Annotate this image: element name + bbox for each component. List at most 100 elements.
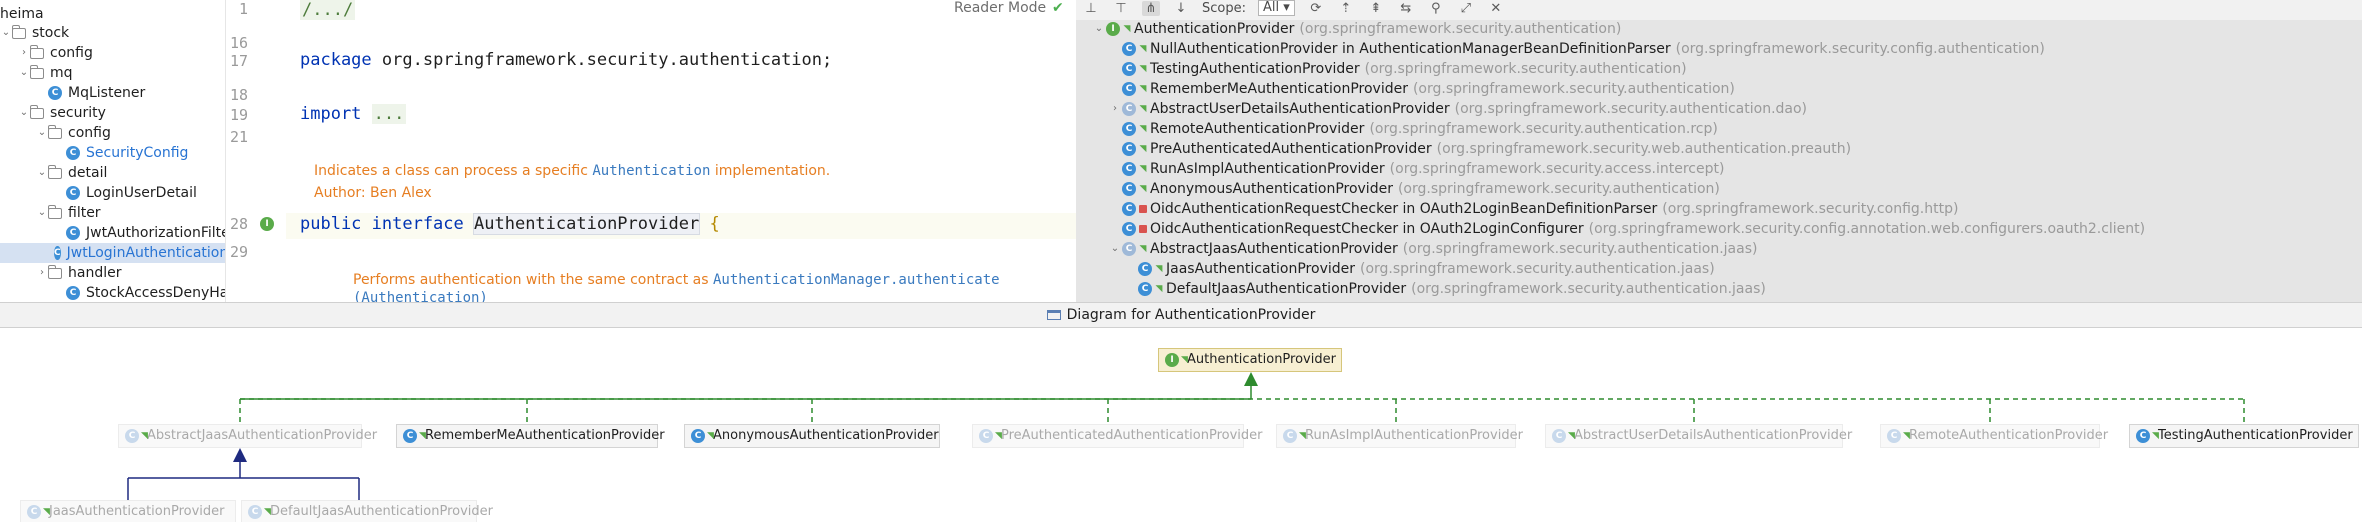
- hierarchy-class-name: OidcAuthenticationRequestChecker in OAut…: [1150, 201, 1658, 217]
- diagram-root-node[interactable]: I ◥ AuthenticationProvider: [1158, 348, 1342, 372]
- tree-item[interactable]: ⌄ detail: [0, 163, 107, 183]
- javadoc-link[interactable]: (Authentication): [353, 290, 488, 302]
- class-icon: C: [1887, 429, 1901, 443]
- chevron-down-icon[interactable]: ⌄: [1092, 19, 1106, 39]
- hierarchy-package: (org.springframework.security.authentica…: [1402, 241, 1758, 257]
- tree-item[interactable]: heima: [0, 4, 44, 24]
- project-tree[interactable]: heima ⌄ stock › config ⌄ mq C MqListener ⌄ securit…: [0, 0, 226, 302]
- chevron-down-icon[interactable]: ⌄: [18, 63, 30, 83]
- tree-item-label: SecurityConfig: [86, 145, 189, 161]
- folded-header[interactable]: /.../: [300, 0, 356, 20]
- diagram-node[interactable]: C ◥ AbstractJaasAuthenticationProvider: [118, 424, 377, 448]
- line-number: 16: [229, 34, 248, 52]
- hierarchy-row[interactable]: C ◥ RememberMeAuthenticationProvider (org.s…: [1108, 79, 1735, 99]
- javadoc-text: implementation.: [714, 163, 831, 179]
- supertypes-icon[interactable]: ⊤: [1112, 1, 1130, 16]
- tree-item[interactable]: ⌄ stock: [0, 23, 69, 43]
- diagram-node[interactable]: C ◥ RemoteAuthenticationProvider: [1880, 424, 2108, 448]
- scope-select[interactable]: All ▾: [1257, 0, 1295, 16]
- tree-item[interactable]: C LoginUserDetail: [0, 183, 197, 203]
- class-icon: C: [1122, 62, 1136, 76]
- hierarchy-row[interactable]: C ◥ DefaultJaasAuthenticationProvider (org.…: [1124, 279, 1766, 299]
- code-line-17[interactable]: package org.springframework.security.aut…: [300, 50, 832, 70]
- diagram-node[interactable]: C ◥ TestingAuthenticationProvider: [2129, 424, 2359, 448]
- hierarchy-class-name: JaasAuthenticationProvider: [1166, 261, 1355, 277]
- line-number: 1: [238, 0, 248, 18]
- type-hierarchy-icon[interactable]: ⋔: [1142, 0, 1160, 16]
- tree-item[interactable]: C MqListener: [0, 83, 145, 103]
- class-icon: C: [403, 429, 417, 443]
- hierarchy-row[interactable]: › C ◥ AbstractUserDetailsAuthenticationProv…: [1108, 99, 1807, 119]
- diagram-node[interactable]: C ◥ DefaultJaasAuthenticationProvider: [241, 500, 493, 522]
- code-line-19[interactable]: import ...: [300, 104, 407, 124]
- public-visibility-icon: ◥: [1139, 84, 1147, 94]
- implemented-gutter-icon[interactable]: I: [260, 217, 274, 231]
- hierarchy-tree[interactable]: ⌄ I ◥ AuthenticationProvider (org.springfram…: [1076, 20, 2362, 302]
- chevron-down-icon[interactable]: ⌄: [36, 163, 48, 183]
- hierarchy-row[interactable]: C OidcAuthenticationRequestChecker in OAu…: [1108, 199, 1958, 219]
- sort-alpha-icon[interactable]: ↓: [1172, 1, 1190, 16]
- public-visibility-icon: ◥: [1155, 284, 1163, 294]
- collapse-all-icon[interactable]: ⇞: [1367, 1, 1385, 16]
- diagram-node[interactable]: C ◥ JaasAuthenticationProvider: [20, 500, 236, 522]
- code-editor[interactable]: 1 16 17 18 19 21 28 29 I Reader Mode ✔ /.../ pac…: [226, 0, 1076, 302]
- diagram-canvas[interactable]: I ◥ AuthenticationProvider C ◥ AbstractJaasAu…: [0, 328, 2362, 522]
- abstract-class-icon: C: [1122, 102, 1136, 116]
- scroll-from-source-icon[interactable]: ⇆: [1397, 1, 1415, 16]
- line-number: 29: [229, 243, 248, 261]
- tree-item[interactable]: › handler: [0, 263, 121, 283]
- hierarchy-row[interactable]: ⌄ C ◥ AbstractJaasAuthenticationProvider (or…: [1108, 239, 1758, 259]
- tree-item[interactable]: C JwtLoginAuthenticationFilt: [0, 243, 225, 263]
- refresh-icon[interactable]: ⟳: [1307, 1, 1325, 16]
- hierarchy-row[interactable]: C ◥ RunAsImplAuthenticationProvider (org.sp…: [1108, 159, 1724, 179]
- hierarchy-row[interactable]: ⌄ I ◥ AuthenticationProvider (org.springfram…: [1092, 19, 1622, 39]
- hierarchy-row[interactable]: C OidcAuthenticationRequestChecker in OAu…: [1108, 219, 2145, 239]
- hierarchy-class-name: AbstractUserDetailsAuthenticationProvide…: [1150, 101, 1450, 117]
- hierarchy-row[interactable]: C ◥ JaasAuthenticationProvider (org.springf…: [1124, 259, 1715, 279]
- tree-item[interactable]: C SecurityConfig: [0, 143, 188, 163]
- tree-item[interactable]: ⌄ config: [0, 123, 111, 143]
- hierarchy-row[interactable]: C ◥ TestingAuthenticationProvider (org.spri…: [1108, 59, 1687, 79]
- hierarchy-row[interactable]: C ◥ PreAuthenticatedAuthenticationProvider…: [1108, 139, 1851, 159]
- chevron-down-icon[interactable]: ⌄: [1108, 239, 1122, 259]
- interface-name[interactable]: AuthenticationProvider: [473, 213, 701, 235]
- code-line-28[interactable]: public interface AuthenticationProvider …: [300, 213, 720, 235]
- open-in-editor-icon[interactable]: ⤢: [1457, 1, 1475, 16]
- tree-item[interactable]: ⌄ filter: [0, 203, 101, 223]
- chevron-down-icon[interactable]: ⌄: [0, 23, 12, 43]
- hierarchy-row[interactable]: C ◥ NullAuthenticationProvider in Authenti…: [1108, 39, 2045, 59]
- tree-item[interactable]: › config: [0, 43, 93, 63]
- hierarchy-row[interactable]: C ◥ RemoteAuthenticationProvider (org.sprin…: [1108, 119, 1718, 139]
- close-icon[interactable]: ✕: [1487, 1, 1505, 16]
- code-line-1[interactable]: /.../: [300, 0, 356, 20]
- diagram-node[interactable]: C ◥ PreAuthenticatedAuthenticationProvider: [972, 424, 1263, 448]
- tree-item[interactable]: ⌄ mq: [0, 63, 73, 83]
- diagram-node[interactable]: C ◥ AnonymousAuthenticationProvider: [684, 424, 940, 448]
- diagram-node[interactable]: C ◥ RunAsImplAuthenticationProvider: [1276, 424, 1523, 448]
- diagram-node[interactable]: C ◥ RememberMeAuthenticationProvider: [396, 424, 665, 448]
- subtypes-icon[interactable]: ⊥: [1082, 1, 1100, 16]
- hierarchy-panel[interactable]: ⊥ ⊤ ⋔ ↓ Scope: All ▾ ⟳ ⇡ ⇞ ⇆ ⚲ ⤢ ✕ ⌄ I ◥ Au…: [1076, 0, 2362, 302]
- tree-item[interactable]: C StockAccessDenyHandler: [0, 283, 225, 302]
- chevron-down-icon[interactable]: ⌄: [18, 103, 30, 123]
- line-number: 19: [229, 106, 248, 124]
- chevron-down-icon[interactable]: ⌄: [36, 123, 48, 143]
- chevron-right-icon[interactable]: ›: [1108, 99, 1122, 119]
- class-icon: C: [1122, 82, 1136, 96]
- pin-icon[interactable]: ⚲: [1427, 1, 1445, 16]
- hierarchy-row[interactable]: C ◥ AnonymousAuthenticationProvider (org.sp…: [1108, 179, 1720, 199]
- expand-all-icon[interactable]: ⇡: [1337, 1, 1355, 16]
- tree-item[interactable]: C JwtAuthorizationFilter: [0, 223, 225, 243]
- chevron-right-icon[interactable]: ›: [18, 43, 30, 63]
- javadoc-text: Performs authentication with the same co…: [353, 272, 709, 288]
- tree-item-label: stock: [32, 25, 70, 41]
- folded-imports[interactable]: ...: [371, 104, 407, 124]
- javadoc-link[interactable]: Authentication: [592, 163, 710, 179]
- chevron-right-icon[interactable]: ›: [36, 263, 48, 283]
- chevron-down-icon[interactable]: ⌄: [36, 203, 48, 223]
- javadoc-link[interactable]: AuthenticationManager.authenticate: [713, 272, 1000, 288]
- diagram-node[interactable]: C ◥ AbstractUserDetailsAuthenticationProvi…: [1545, 424, 1852, 448]
- keyword-package: package: [300, 50, 372, 70]
- tree-item[interactable]: ⌄ security: [0, 103, 106, 123]
- reader-mode-toggle[interactable]: Reader Mode: [954, 0, 1046, 16]
